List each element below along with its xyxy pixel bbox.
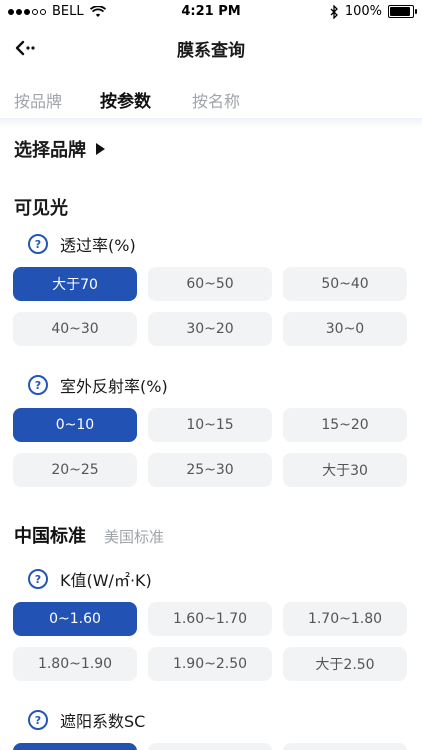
bluetooth-icon xyxy=(330,4,338,19)
option-button[interactable]: 0~10 xyxy=(13,408,137,442)
section-visible-light: 可见光 xyxy=(14,198,68,219)
option-button[interactable]: 40~30 xyxy=(13,312,137,346)
option-button[interactable]: 1.80~1.90 xyxy=(13,647,137,681)
option-button[interactable]: 1.70~1.80 xyxy=(283,602,407,636)
tab-by-parameter[interactable]: 按参数 xyxy=(100,87,151,112)
k-value-header: ? K值(W/㎡·K) xyxy=(28,567,152,591)
option-button[interactable] xyxy=(13,743,137,750)
battery-percent: 100% xyxy=(344,4,382,19)
transmittance-header: ? 透过率(%) xyxy=(28,232,136,256)
option-button[interactable]: 1.60~1.70 xyxy=(148,602,272,636)
standard-tabs: 中国标准 美国标准 xyxy=(14,522,164,548)
page-title: 膜系查询 xyxy=(177,41,245,61)
query-tabs: 按品牌 按参数 按名称 xyxy=(0,84,422,118)
help-icon[interactable]: ? xyxy=(28,375,48,395)
status-right: 100% xyxy=(329,4,417,19)
shading-header: ? 遮阳系数SC xyxy=(28,708,145,732)
help-icon[interactable]: ? xyxy=(28,569,48,589)
option-button[interactable]: 20~25 xyxy=(13,453,137,487)
transmittance-label: 透过率(%) xyxy=(60,236,136,255)
shading-options xyxy=(13,743,407,750)
tab-by-brand[interactable]: 按品牌 xyxy=(14,88,62,112)
option-button[interactable] xyxy=(283,743,407,750)
battery-icon xyxy=(388,5,417,18)
brand-selector[interactable]: 选择品牌 xyxy=(14,136,105,162)
caret-right-icon xyxy=(96,143,105,155)
reflectance-options: 0~10 10~15 15~20 20~25 25~30 大于30 xyxy=(13,408,407,487)
option-button[interactable]: 25~30 xyxy=(148,453,272,487)
option-button[interactable]: 30~0 xyxy=(283,312,407,346)
k-value-label: K值(W/㎡·K) xyxy=(60,571,152,590)
option-button[interactable]: 30~20 xyxy=(148,312,272,346)
option-button[interactable]: 大于30 xyxy=(283,453,407,487)
help-icon[interactable]: ? xyxy=(28,710,48,730)
option-button[interactable]: 1.90~2.50 xyxy=(148,647,272,681)
brand-selector-label: 选择品牌 xyxy=(14,140,86,161)
shading-label: 遮阳系数SC xyxy=(60,712,146,731)
option-button[interactable]: 10~15 xyxy=(148,408,272,442)
reflectance-header: ? 室外反射率(%) xyxy=(28,373,168,397)
tab-by-name[interactable]: 按名称 xyxy=(192,88,240,112)
option-button[interactable]: 15~20 xyxy=(283,408,407,442)
reflectance-label: 室外反射率(%) xyxy=(60,377,168,396)
status-bar: BELL 4:21 PM 100% xyxy=(0,0,422,24)
help-icon[interactable]: ? xyxy=(28,234,48,254)
tabs-divider xyxy=(0,118,422,128)
option-button[interactable]: 大于2.50 xyxy=(283,647,407,681)
option-button[interactable] xyxy=(148,743,272,750)
option-button[interactable]: 50~40 xyxy=(283,267,407,301)
option-button[interactable]: 0~1.60 xyxy=(13,602,137,636)
battery-fill xyxy=(390,7,410,16)
nav-bar: 膜系查询 xyxy=(0,28,422,68)
page: BELL 4:21 PM 100% 膜系查询 按品牌 按参数 按名称 选择品牌 … xyxy=(0,0,422,750)
option-button[interactable]: 60~50 xyxy=(148,267,272,301)
transmittance-options: 大于70 60~50 50~40 40~30 30~20 30~0 xyxy=(13,267,407,346)
tab-us-standard[interactable]: 美国标准 xyxy=(104,526,164,547)
option-button[interactable]: 大于70 xyxy=(13,267,137,301)
k-value-options: 0~1.60 1.60~1.70 1.70~1.80 1.80~1.90 1.9… xyxy=(13,602,407,681)
tab-china-standard[interactable]: 中国标准 xyxy=(14,522,86,548)
